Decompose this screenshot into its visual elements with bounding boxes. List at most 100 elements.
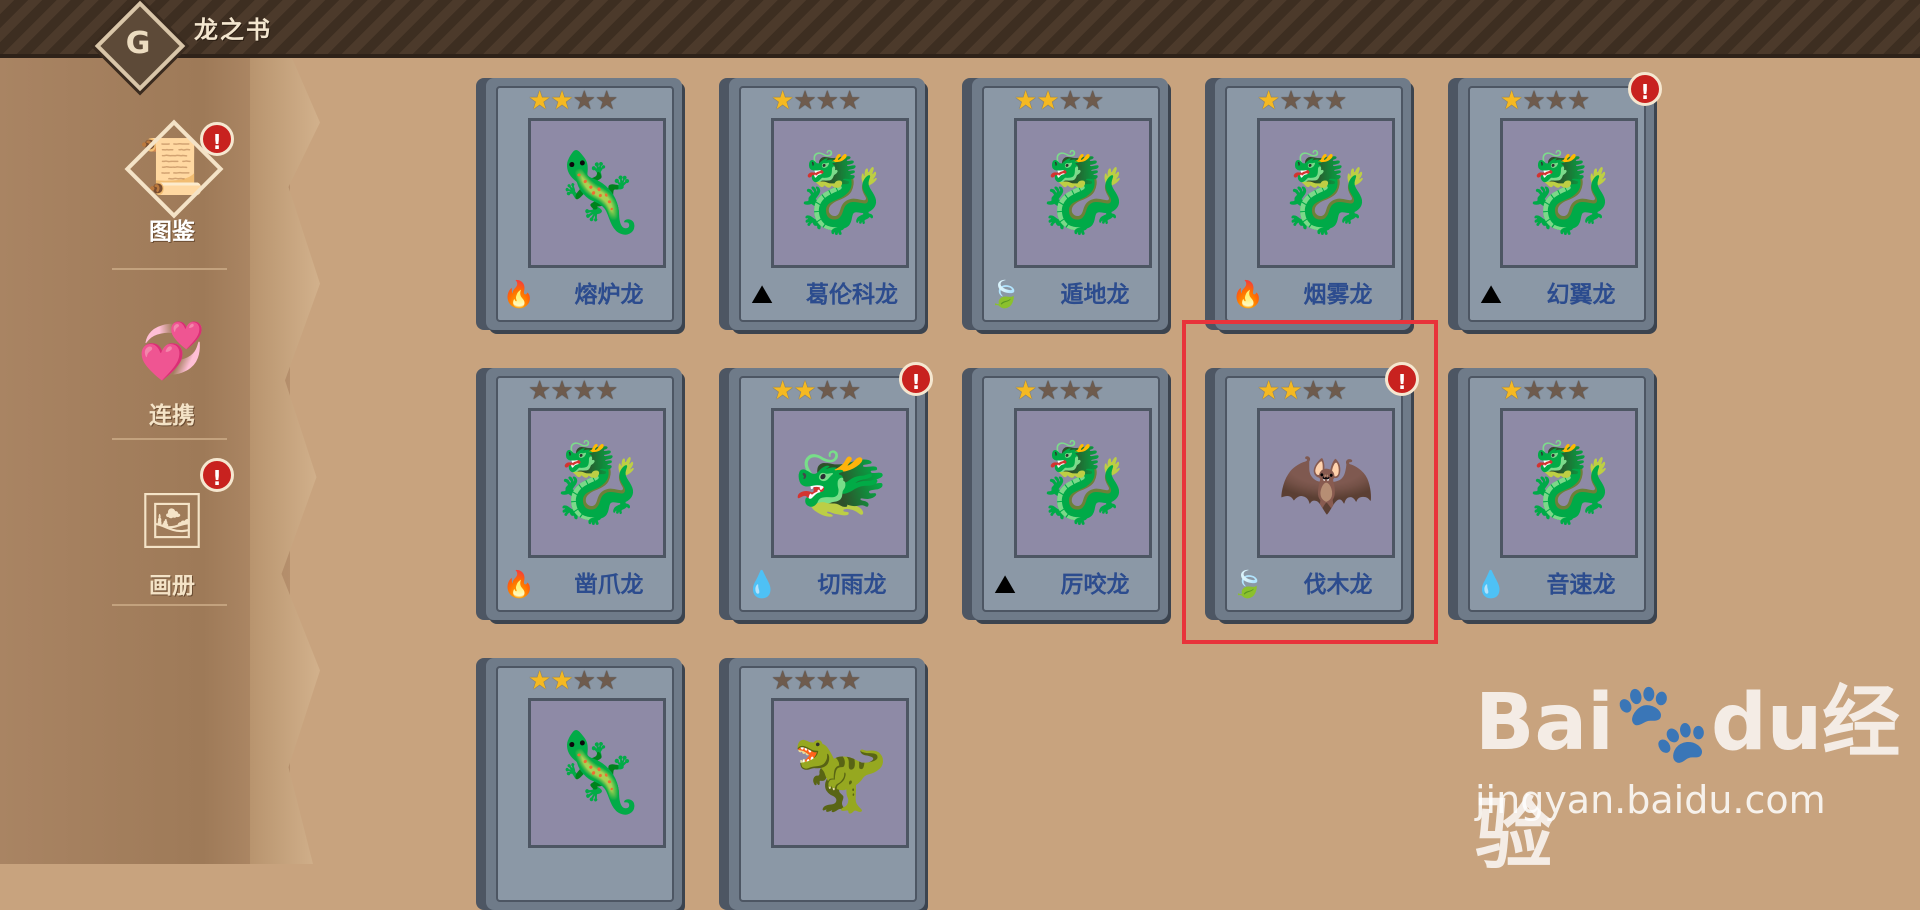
star-icon: ★	[528, 666, 551, 696]
star-rating: ★★★★	[528, 666, 618, 696]
star-rating: ★★★★	[1014, 86, 1104, 116]
dragon-portrait-icon: 🐲	[771, 408, 909, 558]
star-icon: ★	[1014, 376, 1037, 406]
dragon-card[interactable]: ★★★★ 🐉 🔥 凿爪龙	[486, 368, 682, 620]
sidebar-decor	[250, 58, 320, 864]
divider	[112, 604, 227, 606]
leaf-icon: 🍃	[988, 280, 1022, 310]
top-bar	[0, 0, 1920, 58]
dragon-card[interactable]: ★★★★ 🦎 🔥 熔炉龙	[486, 78, 682, 330]
dragon-card[interactable]: ★★★★ 🦖	[729, 658, 925, 910]
water-icon: 💧	[1474, 570, 1508, 600]
star-icon: ★	[1301, 86, 1325, 116]
star-icon: ★	[550, 376, 573, 406]
star-icon: ★	[793, 666, 816, 696]
dragon-card[interactable]: ★★★★ 🐉 🔥 烟雾龙	[1215, 78, 1411, 330]
dragon-name: 音速龙	[1546, 572, 1616, 598]
star-icon: ★	[572, 376, 596, 406]
star-icon: ★	[815, 86, 839, 116]
star-rating: ★★★★	[771, 376, 861, 406]
star-rating: ★★★★	[771, 86, 861, 116]
divider	[112, 268, 227, 270]
dragon-card[interactable]: ★★★★ 🐉 ⛰ 葛伦科龙	[729, 78, 925, 330]
dragon-portrait-icon: 🐉	[1500, 118, 1638, 268]
link-heart-icon: 💞	[138, 319, 206, 382]
star-icon: ★	[1080, 376, 1104, 406]
sidebar-item-label: 画册	[149, 573, 195, 599]
star-icon: ★	[594, 86, 618, 116]
fire-icon: 🔥	[502, 570, 536, 600]
star-icon: ★	[1544, 86, 1568, 116]
star-rating: ★★★★	[528, 86, 618, 116]
star-icon: ★	[594, 376, 618, 406]
star-icon: ★	[837, 376, 861, 406]
album-icon: 🖼	[137, 489, 207, 552]
dragon-portrait-icon: 🐉	[1014, 408, 1152, 558]
rock-icon: ⛰	[1480, 280, 1502, 310]
star-icon: ★	[1522, 86, 1545, 116]
dragon-portrait-icon: 🦖	[771, 698, 909, 848]
sidebar-item-lianxie[interactable]: 💞 连携	[112, 308, 232, 430]
sidebar-item-huace[interactable]: 🖼 画册	[112, 478, 232, 600]
star-icon: ★	[837, 666, 861, 696]
dragon-name: 切雨龙	[817, 572, 887, 598]
rock-icon: ⛰	[751, 280, 773, 310]
notification-badge: !	[200, 122, 234, 156]
rock-icon: ⛰	[994, 570, 1016, 600]
star-rating: ★★★★	[528, 376, 618, 406]
back-icon[interactable]: G	[118, 24, 158, 64]
star-icon: ★	[771, 86, 794, 116]
star-icon: ★	[528, 376, 551, 406]
dragon-card[interactable]: ★★★★ 🦎	[486, 658, 682, 910]
dragon-name: 烟雾龙	[1303, 282, 1373, 308]
star-icon: ★	[1058, 376, 1082, 406]
dragon-portrait-icon: 🐉	[528, 408, 666, 558]
dragon-name: 厉咬龙	[1060, 572, 1130, 598]
star-icon: ★	[793, 376, 816, 406]
star-icon: ★	[793, 86, 816, 116]
dragon-card[interactable]: ★★★★ 🐉 ⛰ 幻翼龙!	[1458, 72, 1662, 330]
selection-highlight	[1182, 320, 1438, 644]
star-icon: ★	[594, 666, 618, 696]
dragon-portrait-icon: 🐉	[1014, 118, 1152, 268]
dragon-card[interactable]: ★★★★ 🐉 🍃 遁地龙	[972, 78, 1168, 330]
watermark-logo: Bai🐾du经验	[1475, 678, 1901, 880]
dragon-card[interactable]: ★★★★ 🐉 ⛰ 厉咬龙	[972, 368, 1168, 620]
dragon-portrait-icon: 🦎	[528, 118, 666, 268]
star-icon: ★	[815, 666, 839, 696]
notification-badge: !	[1628, 72, 1662, 106]
star-icon: ★	[771, 376, 794, 406]
notification-badge: !	[899, 362, 933, 396]
star-rating: ★★★★	[1014, 376, 1104, 406]
star-icon: ★	[837, 86, 861, 116]
star-rating: ★★★★	[1500, 376, 1590, 406]
star-icon: ★	[1080, 86, 1104, 116]
star-icon: ★	[528, 86, 551, 116]
star-icon: ★	[550, 86, 573, 116]
dragon-name: 遁地龙	[1060, 282, 1130, 308]
star-icon: ★	[1279, 86, 1302, 116]
dragon-portrait-icon: 🐉	[771, 118, 909, 268]
dragon-card[interactable]: ★★★★ 🐲 💧 切雨龙!	[729, 362, 933, 620]
star-icon: ★	[1058, 86, 1082, 116]
page-title: 龙之书	[194, 16, 272, 44]
dragon-portrait-icon: 🐉	[1257, 118, 1395, 268]
star-rating: ★★★★	[1257, 86, 1347, 116]
star-icon: ★	[1566, 376, 1590, 406]
star-icon: ★	[550, 666, 573, 696]
dragon-name: 熔炉龙	[574, 282, 644, 308]
sidebar-item-label: 连携	[149, 403, 195, 429]
fire-icon: 🔥	[502, 280, 536, 310]
water-icon: 💧	[745, 570, 779, 600]
star-icon: ★	[572, 666, 596, 696]
star-icon: ★	[1257, 86, 1280, 116]
star-icon: ★	[1500, 86, 1523, 116]
dragon-name: 凿爪龙	[574, 572, 644, 598]
star-rating: ★★★★	[771, 666, 861, 696]
dragon-portrait-icon: 🦎	[528, 698, 666, 848]
watermark-url: jingyan.baidu.com	[1475, 778, 1826, 822]
star-icon: ★	[1544, 376, 1568, 406]
star-icon: ★	[1014, 86, 1037, 116]
star-icon: ★	[1036, 376, 1059, 406]
dragon-card[interactable]: ★★★★ 🐉 💧 音速龙	[1458, 368, 1654, 620]
